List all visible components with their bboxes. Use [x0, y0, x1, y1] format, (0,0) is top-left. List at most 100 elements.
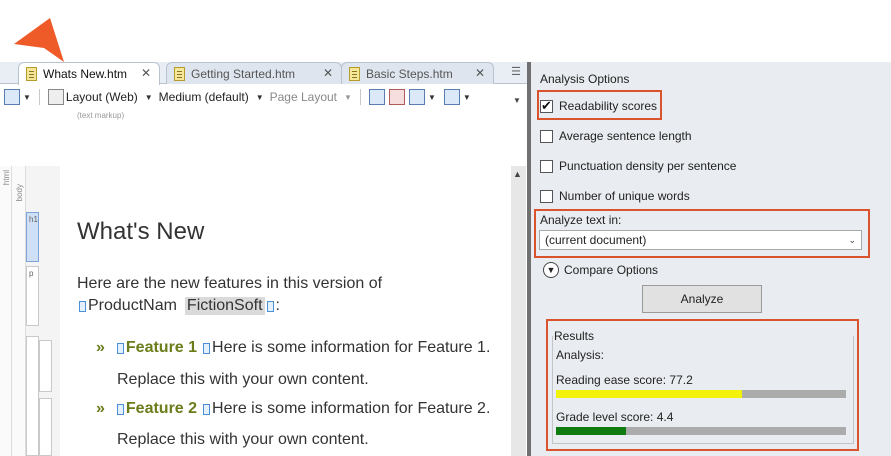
tab-basic-steps[interactable]: Basic Steps.htm ✕	[341, 62, 494, 84]
list-item[interactable]: » Feature 2 Here is some information for…	[96, 400, 490, 418]
variable-name: ProductNam	[88, 297, 177, 314]
document-icon	[26, 67, 37, 81]
view-icon[interactable]	[408, 89, 425, 105]
tag-start-icon	[79, 300, 86, 312]
document-canvas[interactable]: What's New Here are the new features in …	[66, 166, 510, 456]
toolbar-overflow-icon[interactable]: ▼	[513, 96, 523, 106]
structure-bar: html body h1 p	[0, 166, 60, 456]
conditions-icon[interactable]	[443, 89, 460, 105]
chevron-down-icon[interactable]: ▼	[463, 93, 471, 102]
chevron-down-icon[interactable]: ▼	[256, 93, 264, 102]
chevron-down-icon[interactable]: ▼	[344, 93, 352, 102]
reading-ease-fill	[556, 390, 743, 398]
bullet-icon: »	[96, 400, 105, 417]
sentence-length-checkbox[interactable]	[540, 129, 553, 143]
reading-ease-label: Reading ease score: 77.2	[556, 373, 693, 387]
option-label: Average sentence length	[559, 129, 692, 143]
tab-list-menu-icon[interactable]: ☰	[509, 64, 523, 80]
tab-label: Basic Steps.htm	[366, 66, 453, 81]
grade-level-fill	[556, 427, 627, 435]
expand-icon[interactable]: ▼	[543, 262, 559, 278]
analysis-label: Analysis:	[556, 348, 605, 362]
page-layout-dropdown[interactable]: Page Layout	[270, 90, 337, 104]
results-title: Results	[554, 329, 595, 343]
close-icon[interactable]: ✕	[141, 66, 151, 80]
analysis-options-title: Analysis Options	[540, 72, 630, 86]
toolbar-divider	[359, 89, 361, 105]
text-markup-label: (text markup)	[77, 111, 125, 120]
body-label: body	[15, 184, 24, 202]
list-item-continuation[interactable]: Replace this with your own content.	[117, 431, 369, 449]
list-item-continuation[interactable]: Replace this with your own content.	[117, 371, 369, 389]
variable-value[interactable]: FictionSoft	[184, 297, 265, 315]
h1-block-marker[interactable]: h1	[26, 212, 39, 262]
document-intro[interactable]: Here are the new features in this versio…	[77, 275, 382, 293]
tag-end-icon	[203, 342, 211, 354]
document-heading[interactable]: What's New	[77, 218, 204, 246]
results-group: Results Analysis: Reading ease score: 77…	[552, 328, 854, 444]
document-icon	[174, 67, 185, 81]
variable-line[interactable]: ProductNam FictionSoft :	[77, 297, 280, 315]
feature-text: Here is some information for Feature 1.	[212, 339, 491, 356]
feature-name: Feature 2	[125, 400, 198, 417]
option-sentence-length[interactable]: Average sentence length	[540, 127, 692, 145]
close-icon[interactable]: ✕	[475, 66, 485, 80]
tab-whats-new[interactable]: Whats New.htm ✕	[18, 62, 160, 85]
analyze-text-select[interactable]: (current document) ⌄	[539, 230, 862, 250]
feature-name: Feature 1	[125, 339, 198, 356]
compare-options-label: Compare Options	[564, 263, 659, 277]
li-block-marker[interactable]	[39, 398, 52, 456]
grade-level-bar	[556, 427, 846, 435]
layout-dropdown[interactable]: Layout (Web)	[66, 90, 138, 104]
option-label: Readability scores	[559, 99, 658, 113]
punctuation-checkbox[interactable]	[540, 159, 553, 173]
grade-level-label: Grade level score: 4.4	[556, 410, 674, 424]
chevron-down-icon[interactable]: ▼	[23, 93, 31, 102]
bullet-icon: »	[96, 339, 105, 356]
zoom-icon[interactable]	[4, 89, 20, 105]
pointer-arrow-icon	[14, 18, 64, 62]
close-icon[interactable]: ✕	[323, 66, 333, 80]
ul-block-marker[interactable]	[26, 336, 39, 456]
tab-label: Whats New.htm	[43, 67, 128, 81]
option-label: Number of unique words	[559, 189, 690, 203]
editor-toolbar: ▼ Layout (Web) ▼ Medium (default) ▼ Page…	[0, 85, 527, 109]
readability-checkbox[interactable]	[540, 98, 553, 114]
toolbar-divider	[38, 89, 40, 105]
markers-icon[interactable]	[388, 89, 405, 105]
analysis-pane: Analysis Options Readability scores Aver…	[531, 62, 891, 456]
analyze-text-label: Analyze text in:	[540, 213, 622, 227]
vertical-scrollbar[interactable]: ▲	[511, 166, 526, 456]
analyze-button[interactable]: Analyze	[642, 285, 762, 313]
chevron-down-icon[interactable]: ⌄	[848, 231, 856, 249]
li-block-marker[interactable]	[39, 340, 52, 392]
list-item[interactable]: » Feature 1 Here is some information for…	[96, 339, 490, 357]
tag-start-icon	[116, 342, 124, 354]
p-block-marker[interactable]: p	[26, 266, 39, 326]
feature-text: Here is some information for Feature 2.	[212, 400, 491, 417]
option-punctuation[interactable]: Punctuation density per sentence	[540, 157, 736, 175]
tab-label: Getting Started.htm	[191, 66, 296, 81]
medium-dropdown[interactable]: Medium (default)	[159, 90, 249, 104]
scroll-up-icon[interactable]: ▲	[513, 169, 522, 179]
chevron-down-icon[interactable]: ▼	[145, 93, 153, 102]
document-icon	[349, 67, 360, 81]
chevron-down-icon[interactable]: ▼	[428, 93, 436, 102]
editor-pane: Whats New.htm ✕ Getting Started.htm ✕ Ba…	[0, 0, 527, 456]
show-tags-icon[interactable]	[368, 89, 385, 105]
option-readability[interactable]: Readability scores	[540, 97, 657, 115]
reading-ease-bar	[556, 390, 846, 398]
tab-getting-started[interactable]: Getting Started.htm ✕	[166, 62, 342, 84]
body-column	[12, 166, 26, 456]
document-tab-bar: Whats New.htm ✕ Getting Started.htm ✕ Ba…	[0, 62, 527, 85]
unique-words-checkbox[interactable]	[540, 189, 553, 203]
option-unique-words[interactable]: Number of unique words	[540, 187, 690, 205]
html-column	[0, 166, 12, 456]
layout-icon[interactable]	[47, 89, 64, 105]
tag-start-icon	[116, 403, 124, 415]
option-label: Punctuation density per sentence	[559, 159, 737, 173]
variable-suffix: :	[275, 297, 280, 314]
html-label: html	[2, 170, 11, 186]
compare-options-toggle[interactable]: ▼ Compare Options	[543, 262, 658, 278]
tag-end-icon	[203, 403, 211, 415]
